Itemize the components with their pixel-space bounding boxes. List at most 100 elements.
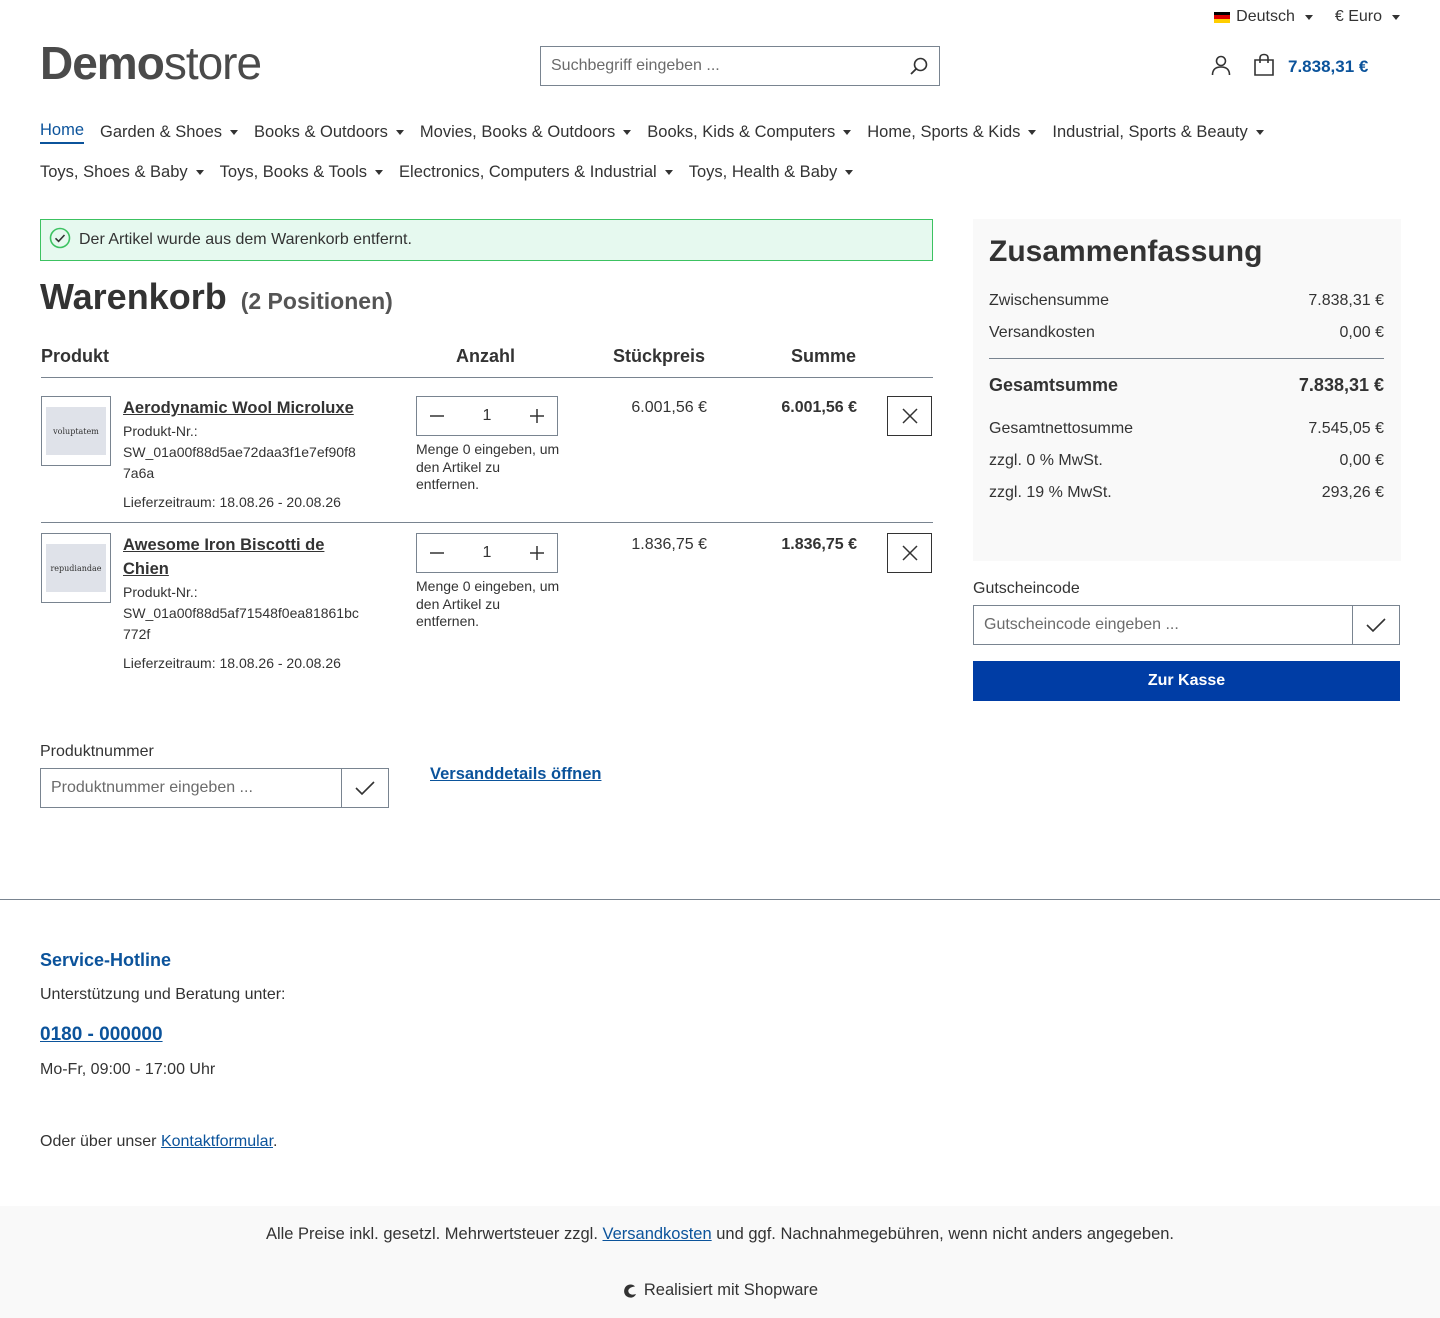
quantity-value[interactable]: 1 — [457, 544, 517, 562]
nav-item-label: Toys, Shoes & Baby — [40, 162, 188, 181]
cart-count: (2 Positionen) — [240, 288, 393, 314]
chevron-down-icon — [375, 169, 384, 175]
nav-item-9[interactable]: Toys, Health & Baby — [689, 152, 854, 192]
hotline-phone-link[interactable]: 0180 - 000000 — [40, 1024, 163, 1046]
chevron-down-icon — [1304, 14, 1313, 20]
table-divider — [41, 377, 933, 378]
shipping-details-link[interactable]: Versanddetails öffnen — [430, 765, 601, 784]
minus-icon[interactable] — [417, 534, 457, 572]
minus-icon[interactable] — [417, 397, 457, 435]
product-sku: SW_01a00f88d5ae72daa3f1e7ef90f87a6a — [123, 444, 356, 481]
made-with[interactable]: Realisiert mit Shopware — [0, 1281, 1440, 1300]
product-number-input[interactable] — [41, 769, 341, 807]
close-icon — [901, 545, 918, 561]
unit-price: 1.836,75 € — [631, 536, 707, 553]
order-summary: Zusammenfassung Zwischensumme 7.838,31 € … — [973, 219, 1401, 561]
plus-icon[interactable] — [517, 397, 557, 435]
logo-bold: Demo — [40, 37, 165, 89]
summary-title: Zusammenfassung — [989, 235, 1263, 268]
line-total: 6.001,56 € — [781, 399, 857, 416]
chevron-down-icon — [845, 169, 854, 175]
currency-selector[interactable]: € Euro — [1335, 8, 1400, 26]
cart-title: Warenkorb — [40, 276, 227, 317]
line-total: 1.836,75 € — [781, 536, 857, 553]
remove-item-button[interactable] — [887, 533, 932, 573]
product-image-text: repudiandae — [46, 544, 106, 592]
german-flag-icon — [1214, 11, 1231, 23]
subtotal-label: Zwischensumme — [989, 292, 1110, 309]
nav-item-8[interactable]: Electronics, Computers & Industrial — [399, 152, 673, 192]
nav-item-label: Books, Kids & Computers — [647, 122, 836, 141]
nav-item-7[interactable]: Toys, Books & Tools — [220, 152, 384, 192]
currency-label: € Euro — [1334, 8, 1382, 25]
vat-suffix: und ggf. Nachnahmegebühren, wenn nicht a… — [711, 1225, 1175, 1243]
account-icon[interactable] — [1210, 54, 1232, 81]
contact-form-link[interactable]: Kontaktformular — [161, 1133, 273, 1150]
main-navigation: Home Garden & Shoes Books & Outdoors Movie… — [40, 112, 1380, 192]
contact-line: Oder über unser Kontaktformular. — [40, 1133, 277, 1151]
summary-shipping: Versandkosten 0,00 € — [989, 324, 1384, 342]
quantity-stepper: 1 — [416, 396, 558, 436]
hotline-title: Service-Hotline — [40, 950, 172, 970]
apply-voucher-button[interactable] — [1352, 606, 1399, 644]
shipping-value: 0,00 € — [1339, 324, 1384, 341]
hotline-text: Unterstützung und Beratung unter: — [40, 986, 286, 1003]
voucher-label: Gutscheincode — [973, 580, 1080, 597]
delivery-time: Lieferzeitraum: 18.08.26 - 20.08.26 — [123, 494, 341, 510]
nav-item-6[interactable]: Toys, Shoes & Baby — [40, 152, 204, 192]
nav-home-label: Home — [40, 121, 85, 144]
remove-item-button[interactable] — [887, 396, 932, 436]
summary-net: Gesamtnettosumme 7.545,05 € — [989, 420, 1384, 438]
product-image[interactable]: repudiandae — [41, 533, 111, 603]
tax0-value: 0,00 € — [1339, 452, 1384, 469]
nav-item-5[interactable]: Industrial, Sports & Beauty — [1052, 112, 1264, 152]
chevron-down-icon — [1392, 14, 1400, 20]
summary-tax19: zzgl. 19 % MwSt. 293,26 € — [989, 484, 1384, 502]
quantity-value[interactable]: 1 — [457, 407, 517, 425]
language-selector[interactable]: Deutsch — [1214, 8, 1313, 26]
nav-item-4[interactable]: Home, Sports & Kids — [867, 112, 1037, 152]
product-number-label: Produktnummer — [40, 743, 154, 760]
plus-icon[interactable] — [517, 534, 557, 572]
product-name-link[interactable]: Awesome Iron Biscotti de Chien — [123, 533, 363, 581]
cart-button[interactable]: 7.838,31 € — [1252, 53, 1368, 82]
nav-item-2[interactable]: Movies, Books & Outdoors — [419, 112, 632, 152]
product-sku-label: Produkt-Nr.: — [123, 423, 198, 439]
delivery-time: Lieferzeitraum: 18.08.26 - 20.08.26 — [123, 655, 341, 671]
summary-divider — [989, 358, 1384, 359]
vat-prefix: Alle Preise inkl. gesetzl. Mehrwertsteue… — [265, 1225, 603, 1243]
summary-tax0: zzgl. 0 % MwSt. 0,00 € — [989, 452, 1384, 470]
chevron-down-icon — [623, 129, 632, 135]
shopping-bag-icon — [1252, 53, 1276, 82]
store-logo[interactable]: Demostore — [40, 37, 262, 89]
search-icon[interactable] — [899, 46, 939, 86]
checkout-button[interactable]: Zur Kasse — [973, 661, 1400, 701]
col-quantity: Anzahl — [456, 346, 516, 366]
total-value: 7.838,31 € — [1298, 375, 1384, 395]
chevron-down-icon — [1028, 129, 1037, 135]
search-input[interactable] — [541, 47, 899, 85]
checkmark-icon — [355, 781, 375, 796]
product-number-group — [40, 768, 389, 808]
nav-item-home[interactable]: Home — [40, 112, 85, 152]
shopware-logo-icon — [624, 1284, 636, 1298]
product-image[interactable]: voluptatem — [41, 396, 111, 466]
chevron-down-icon — [664, 169, 673, 175]
nav-item-1[interactable]: Books & Outdoors — [254, 112, 404, 152]
voucher-group — [973, 605, 1400, 645]
voucher-input[interactable] — [974, 606, 1352, 644]
language-label: Deutsch — [1236, 8, 1295, 25]
logo-light: store — [163, 37, 262, 89]
nav-item-3[interactable]: Books, Kids & Computers — [647, 112, 852, 152]
chevron-down-icon — [230, 129, 239, 135]
nav-item-0[interactable]: Garden & Shoes — [100, 112, 239, 152]
product-image-text: voluptatem — [46, 407, 106, 455]
net-value: 7.545,05 € — [1308, 420, 1384, 437]
shipping-costs-link[interactable]: Versandkosten — [603, 1225, 712, 1243]
chevron-down-icon — [195, 169, 204, 175]
chevron-down-icon — [395, 129, 404, 135]
product-name-link[interactable]: Aerodynamic Wool Microluxe — [123, 396, 363, 420]
quantity-hint: Menge 0 eingeben, um den Artikel zu entf… — [416, 441, 560, 492]
add-product-button[interactable] — [341, 769, 388, 807]
nav-item-label: Movies, Books & Outdoors — [419, 122, 616, 141]
